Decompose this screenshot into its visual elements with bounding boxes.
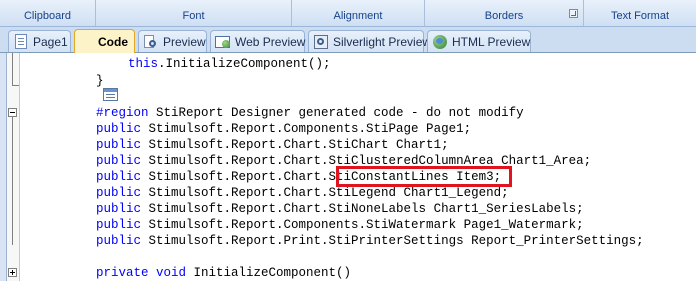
code-line: public Stimulsoft.Report.Print.StiPrinte…: [96, 233, 644, 249]
fold-gutter: [7, 53, 20, 281]
ribbon-group-alignment: Alignment: [292, 0, 425, 26]
keyword: public: [96, 202, 142, 216]
keyword: public: [96, 122, 142, 136]
code-text: InitializeComponent(): [186, 266, 352, 280]
tab-label: Code: [98, 34, 128, 49]
code-line: public Stimulsoft.Report.Components.StiW…: [96, 217, 584, 233]
keyword: this: [128, 57, 159, 71]
view-tab-strip: Page1 Code Preview Web Preview Silverlig…: [0, 27, 696, 101]
tab-label: HTML Preview: [452, 34, 531, 49]
code-text: Stimulsoft.Report.Components.StiPage Pag…: [141, 122, 472, 136]
code-text: StiReport Designer generated code - do n…: [148, 106, 524, 120]
fold-line: [12, 117, 13, 245]
code-text: .InitializeComponent();: [158, 57, 331, 71]
ribbon-group-font: Font: [96, 0, 292, 26]
code-text: Stimulsoft.Report.Components.StiWatermar…: [141, 218, 584, 232]
tab-label: Preview: [163, 34, 206, 49]
code-line: public Stimulsoft.Report.Chart.StiLegend…: [96, 185, 509, 201]
tab-label: Web Preview: [235, 34, 306, 49]
code-text: Stimulsoft.Report.Print.StiPrinterSettin…: [141, 234, 644, 248]
keyword: public: [96, 170, 142, 184]
preview-icon: [143, 34, 159, 50]
tab-preview[interactable]: Preview: [138, 30, 207, 52]
code-text: Stimulsoft.Report.Chart.StiChart Chart1;: [141, 138, 449, 152]
tab-html-preview[interactable]: HTML Preview: [427, 30, 531, 52]
ribbon-group-label: Alignment: [333, 10, 383, 22]
tab-web-preview[interactable]: Web Preview: [210, 30, 305, 52]
keyword: public: [96, 154, 142, 168]
ribbon-group-clipboard: Clipboard: [0, 0, 96, 26]
tab-label: Page1: [33, 34, 68, 49]
tab-label: Silverlight Preview: [333, 34, 432, 49]
ribbon-group-label: Clipboard: [23, 10, 72, 22]
ribbon-group-text-format: Text Format: [584, 0, 696, 26]
code-line: }: [96, 73, 104, 89]
left-panel-edge: [0, 53, 7, 281]
expand-method-icon[interactable]: [8, 268, 17, 277]
keyword: public: [96, 138, 142, 152]
annotation-highlight-box: [336, 166, 512, 187]
code-text: }: [96, 74, 104, 88]
tab-code[interactable]: Code: [74, 29, 135, 101]
ribbon-group-borders: Borders: [425, 0, 584, 26]
fold-line: [12, 53, 13, 85]
code-line: private void InitializeComponent(): [96, 265, 351, 281]
code-line: public Stimulsoft.Report.Chart.StiChart …: [96, 137, 449, 153]
tab-page1[interactable]: Page1: [8, 30, 71, 52]
page-icon: [15, 34, 27, 49]
code-line: #region StiReport Designer generated cod…: [96, 105, 524, 121]
tab-silverlight-preview[interactable]: Silverlight Preview: [308, 30, 431, 52]
code-line: this.InitializeComponent();: [128, 56, 331, 72]
ribbon-group-label: Text Format: [610, 10, 670, 22]
code-line: public Stimulsoft.Report.Components.StiP…: [96, 121, 471, 137]
code-text: Stimulsoft.Report.Chart.StiNoneLabels Ch…: [141, 202, 584, 216]
keyword: #region: [96, 106, 149, 120]
ribbon-group-label: Font: [182, 10, 205, 22]
gutter-separator: [19, 53, 20, 281]
keyword: public: [96, 186, 142, 200]
keyword: public: [96, 218, 142, 232]
dialog-launcher-icon[interactable]: [569, 9, 578, 18]
keyword: public: [96, 234, 142, 248]
ribbon-group-label: Borders: [484, 10, 524, 22]
ribbon-group-bar: Clipboard Font Alignment Borders Text Fo…: [0, 0, 696, 27]
code-text: Stimulsoft.Report.Chart.StiLegend Chart1…: [141, 186, 509, 200]
collapse-region-icon[interactable]: [8, 108, 17, 117]
web-preview-icon: [215, 34, 231, 50]
code-line: public Stimulsoft.Report.Chart.StiNoneLa…: [96, 201, 584, 217]
keyword: private void: [96, 266, 187, 280]
html-preview-icon: [432, 34, 448, 50]
silverlight-preview-icon: [313, 34, 329, 50]
